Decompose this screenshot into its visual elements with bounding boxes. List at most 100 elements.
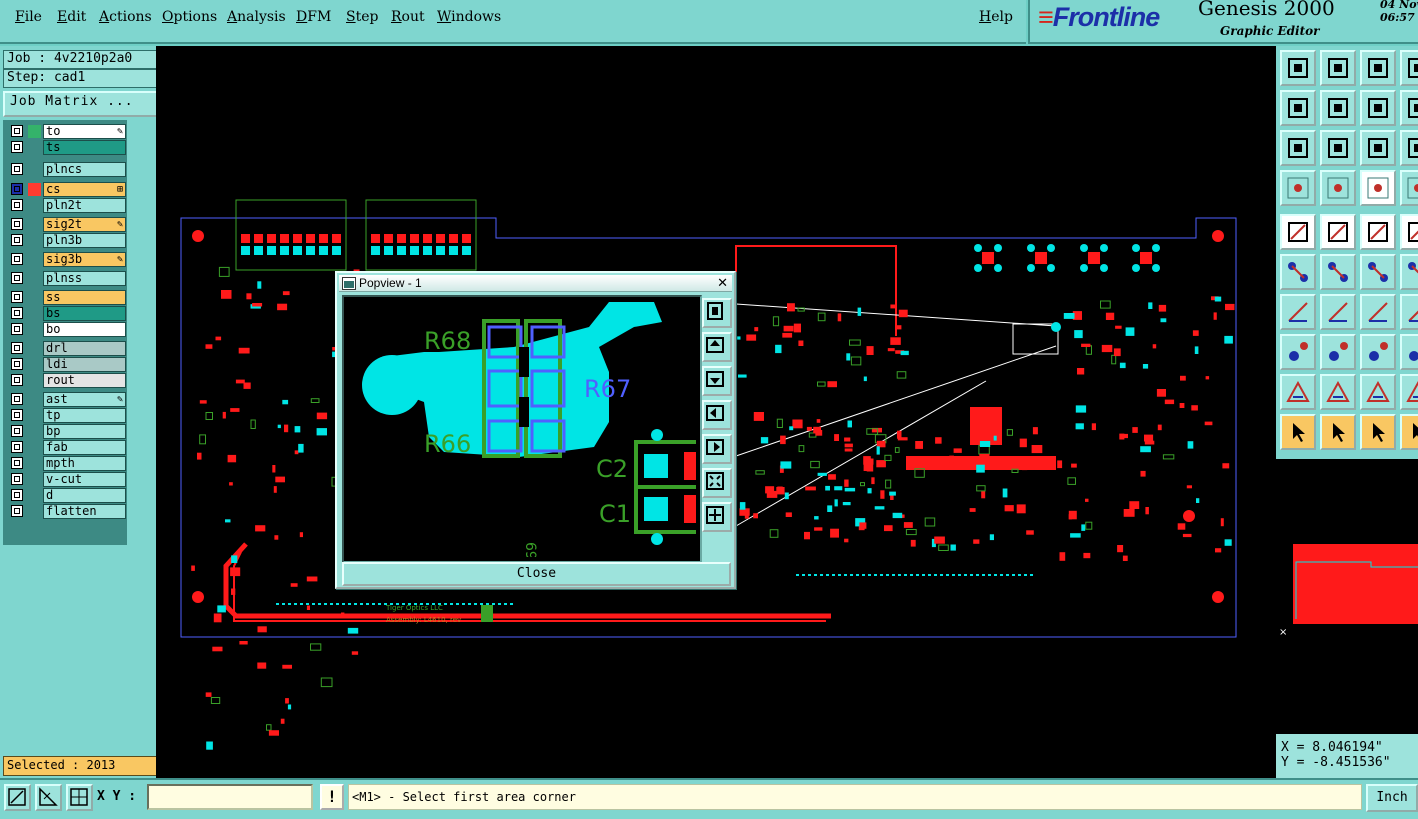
layer-checkbox[interactable]: [11, 199, 23, 211]
layer-row-tp[interactable]: tp: [6, 408, 126, 423]
bar-button[interactable]: [1320, 334, 1356, 370]
close-icon[interactable]: ✕: [717, 275, 728, 292]
layer-row-rout[interactable]: rout: [6, 373, 126, 388]
layer-row-ldi[interactable]: ldi: [6, 357, 126, 372]
layer-name[interactable]: bo: [43, 322, 126, 337]
layer-name[interactable]: d: [43, 488, 126, 503]
settings-button[interactable]: [1280, 170, 1316, 206]
layer-row-pln3b[interactable]: pln3b: [6, 233, 126, 248]
layer-row-fab[interactable]: fab: [6, 440, 126, 455]
extra-tri-button[interactable]: [1400, 374, 1418, 410]
measure-button[interactable]: [35, 784, 62, 811]
layer-name[interactable]: ts: [43, 140, 126, 155]
layer-name[interactable]: ast ✎: [43, 392, 126, 407]
popview-close-button[interactable]: Close: [342, 562, 731, 586]
layer-name[interactable]: sig3b ✎: [43, 252, 126, 267]
layer-name[interactable]: ldi: [43, 357, 126, 372]
layer-checkbox[interactable]: [11, 291, 23, 303]
menu-actions[interactable]: Actions: [99, 9, 152, 25]
line-node-button[interactable]: [1360, 254, 1396, 290]
menu-help[interactable]: Help: [979, 9, 1013, 25]
menu-dfm[interactable]: DFM: [296, 9, 331, 25]
layer-checkbox[interactable]: [11, 323, 23, 335]
menu-edit[interactable]: Edit: [57, 9, 86, 25]
layer-row-d[interactable]: d: [6, 488, 126, 503]
layer-row-to[interactable]: to ✎: [6, 124, 126, 139]
layer-name[interactable]: sig2t ✎: [43, 217, 126, 232]
layer-checkbox[interactable]: [11, 163, 23, 175]
layer-row-plnss[interactable]: plnss: [6, 271, 126, 286]
layer-checkbox[interactable]: [11, 272, 23, 284]
layer-name[interactable]: pln3b: [43, 233, 126, 248]
menu-options[interactable]: Options: [162, 9, 217, 25]
popview-titlebar[interactable]: Popview - 1 ✕: [339, 275, 732, 292]
layer-row-v-cut[interactable]: v-cut: [6, 472, 126, 487]
snap-button[interactable]: [1360, 170, 1396, 206]
menu-analysis[interactable]: Analysis: [227, 9, 286, 25]
layer-row-flatten[interactable]: flatten: [6, 504, 126, 519]
layer-row-bp[interactable]: bp: [6, 424, 126, 439]
menu-file[interactable]: File: [15, 9, 42, 25]
layer-snap-button[interactable]: [1400, 170, 1418, 206]
units-button[interactable]: Inch: [1366, 784, 1418, 812]
layer-row-mpth[interactable]: mpth: [6, 456, 126, 471]
extra-button[interactable]: [1400, 130, 1418, 166]
layer-checkbox[interactable]: [11, 425, 23, 437]
cross-button[interactable]: [1320, 254, 1356, 290]
extra-measure-button[interactable]: [1400, 334, 1418, 370]
angle-button[interactable]: [1280, 294, 1316, 330]
layer-name[interactable]: plnss: [43, 271, 126, 286]
popview-canvas[interactable]: R68 R67 R66 C2 C1 69: [342, 295, 702, 563]
triangle-button[interactable]: [1280, 374, 1316, 410]
layer-name[interactable]: bs: [43, 306, 126, 321]
overview-map[interactable]: ×: [1276, 456, 1418, 734]
zoom-extra-button[interactable]: [1400, 50, 1418, 86]
layer-name[interactable]: pln2t: [43, 198, 126, 213]
layer-checkbox[interactable]: [11, 358, 23, 370]
home-view-button[interactable]: [1280, 50, 1316, 86]
layer-row-ss[interactable]: ss: [6, 290, 126, 305]
center-button[interactable]: [1320, 130, 1356, 166]
layer-checkbox[interactable]: [11, 374, 23, 386]
layer-row-bo[interactable]: bo: [6, 322, 126, 337]
pad-button[interactable]: [1280, 334, 1316, 370]
layer-row-plncs[interactable]: plncs: [6, 162, 126, 177]
select-button[interactable]: [1280, 214, 1316, 250]
menu-windows[interactable]: Windows: [437, 9, 501, 25]
extra-tool-button[interactable]: [1400, 214, 1418, 250]
zoom-page-button[interactable]: [1320, 50, 1356, 86]
triangle-fill-button[interactable]: [1360, 374, 1396, 410]
layer-name[interactable]: rout: [43, 373, 126, 388]
layer-checkbox[interactable]: [11, 183, 23, 195]
layer-checkbox[interactable]: [11, 234, 23, 246]
layer-checkbox[interactable]: [11, 505, 23, 517]
extra-node-button[interactable]: [1400, 254, 1418, 290]
layer-name[interactable]: ss: [43, 290, 126, 305]
layer-row-bs[interactable]: bs: [6, 306, 126, 321]
layer-row-sig3b[interactable]: sig3b ✎: [6, 252, 126, 267]
draw-button[interactable]: [1320, 214, 1356, 250]
menu-step[interactable]: Step: [346, 9, 378, 25]
layer-checkbox[interactable]: [11, 489, 23, 501]
pop-pan-down-button[interactable]: [702, 366, 732, 396]
layer-row-drl[interactable]: drl: [6, 341, 126, 356]
pan-left-button[interactable]: [1280, 90, 1316, 126]
layer-checkbox[interactable]: [11, 253, 23, 265]
grid-button[interactable]: [1320, 170, 1356, 206]
pop-zoom-out-button[interactable]: [702, 502, 732, 532]
mirror-button[interactable]: [1360, 90, 1396, 126]
measure-button[interactable]: [1360, 334, 1396, 370]
layer-name[interactable]: flatten: [43, 504, 126, 519]
pointer-box-button[interactable]: [1320, 414, 1356, 450]
xy-input[interactable]: [147, 784, 313, 810]
menu-rout[interactable]: Rout: [391, 9, 425, 25]
layer-row-ast[interactable]: ast ✎: [6, 392, 126, 407]
layer-checkbox[interactable]: [11, 141, 23, 153]
pop-pan-up-button[interactable]: [702, 332, 732, 362]
node-button[interactable]: [1280, 254, 1316, 290]
layer-checkbox[interactable]: [11, 473, 23, 485]
layer-checkbox[interactable]: [11, 125, 23, 137]
layer-name[interactable]: fab: [43, 440, 126, 455]
warning-icon[interactable]: !: [320, 784, 344, 810]
rotate-button[interactable]: [1400, 90, 1418, 126]
